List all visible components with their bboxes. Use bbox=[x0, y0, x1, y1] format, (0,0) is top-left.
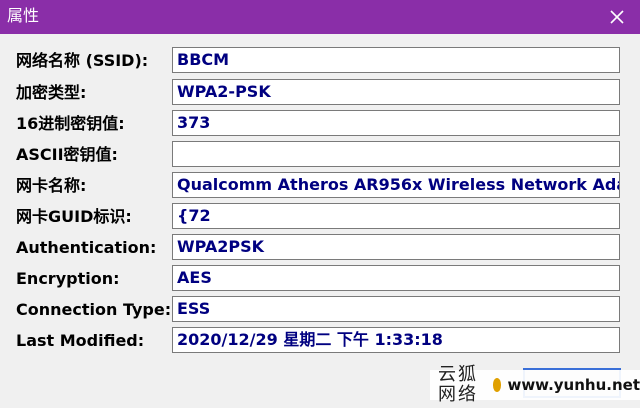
adapter-guid-label: 网卡GUID标识: bbox=[16, 207, 132, 226]
redaction-mask-ascii bbox=[176, 143, 254, 165]
row-adapter-name: 网卡名称: Qualcomm Atheros AR956x Wireless N… bbox=[0, 172, 640, 200]
row-connection-type: Connection Type: ESS bbox=[0, 296, 640, 324]
authentication-field[interactable]: WPA2PSK bbox=[172, 234, 620, 260]
last-modified-field[interactable]: 2020/12/29 星期二 下午 1:33:18 bbox=[172, 327, 620, 353]
redaction-mask-hex bbox=[213, 112, 363, 134]
authentication-label: Authentication: bbox=[16, 238, 157, 257]
encryption-type-field[interactable]: WPA2-PSK bbox=[172, 79, 620, 105]
row-authentication: Authentication: WPA2PSK bbox=[0, 234, 640, 262]
redaction-mask-guid bbox=[212, 205, 434, 227]
row-ascii-key: ASCII密钥值: 38 bbox=[0, 141, 640, 169]
row-ssid: 网络名称 (SSID): BBCM bbox=[0, 47, 640, 75]
encryption-field[interactable]: AES bbox=[172, 265, 620, 291]
watermark-site: 云狐网络 bbox=[438, 364, 478, 405]
hex-key-label: 16进制密钥值: bbox=[16, 114, 125, 133]
adapter-name-label: 网卡名称: bbox=[16, 176, 87, 195]
fox-logo-icon bbox=[492, 378, 502, 392]
ssid-label: 网络名称 (SSID): bbox=[16, 51, 149, 70]
watermark-url: www.yunhu.net bbox=[507, 376, 640, 394]
ascii-key-label: ASCII密钥值: bbox=[16, 145, 118, 164]
connection-type-field[interactable]: ESS bbox=[172, 296, 620, 322]
connection-type-label: Connection Type: bbox=[16, 300, 172, 319]
watermark: 云狐网络 www.yunhu.net bbox=[430, 365, 640, 405]
encryption-label: Encryption: bbox=[16, 269, 120, 288]
properties-form: 网络名称 (SSID): BBCM 加密类型: WPA2-PSK 16进制密钥值… bbox=[0, 0, 640, 408]
adapter-name-field[interactable]: Qualcomm Atheros AR956x Wireless Network… bbox=[172, 172, 620, 198]
row-last-modified: Last Modified: 2020/12/29 星期二 下午 1:33:18 bbox=[0, 327, 640, 355]
encryption-type-label: 加密类型: bbox=[16, 83, 87, 102]
ssid-field[interactable]: BBCM bbox=[172, 47, 620, 73]
row-encryption: Encryption: AES bbox=[0, 265, 640, 293]
row-encryption-type: 加密类型: WPA2-PSK bbox=[0, 79, 640, 107]
last-modified-label: Last Modified: bbox=[16, 331, 145, 350]
